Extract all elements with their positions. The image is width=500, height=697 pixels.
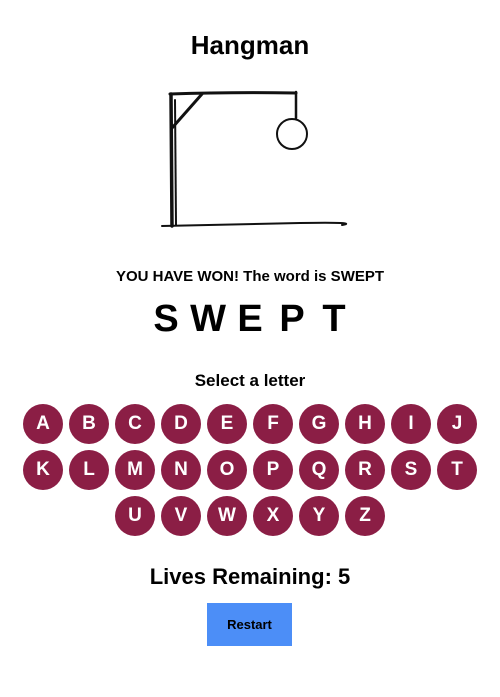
letter-button-q[interactable]: Q (299, 450, 339, 490)
hangman-page: Hangman YOU HAVE WON! The word is SWEPT … (0, 0, 500, 697)
letter-button-x[interactable]: X (253, 496, 293, 536)
letter-button-v[interactable]: V (161, 496, 201, 536)
word-letter: T (322, 298, 346, 340)
letter-keyboard: ABCDEFGHIJ KLMNOPQRST UVWXYZ (0, 404, 500, 542)
letter-button-s[interactable]: S (391, 450, 431, 490)
gallows-upright (169, 92, 174, 228)
word-letter: E (237, 298, 263, 340)
letter-button-d[interactable]: D (161, 404, 201, 444)
letter-button-l[interactable]: L (69, 450, 109, 490)
keyboard-row: KLMNOPQRST (0, 450, 500, 491)
letter-button-g[interactable]: G (299, 404, 339, 444)
lives-remaining: Lives Remaining: 5 (149, 564, 351, 589)
letter-button-a[interactable]: A (23, 404, 63, 444)
gallows-upright-inner (174, 99, 177, 226)
gallows-brace (170, 92, 204, 130)
word-letter: P (279, 298, 305, 340)
word-letter: S (153, 298, 179, 340)
hangman-head (276, 118, 308, 150)
letter-button-b[interactable]: B (69, 404, 109, 444)
gallows-beam (168, 91, 298, 96)
letter-button-h[interactable]: H (345, 404, 385, 444)
letter-button-z[interactable]: Z (345, 496, 385, 536)
letter-button-k[interactable]: K (23, 450, 63, 490)
letter-button-p[interactable]: P (253, 450, 293, 490)
gallows-base (161, 221, 348, 227)
letter-button-e[interactable]: E (207, 404, 247, 444)
result-message: YOU HAVE WON! The word is SWEPT (115, 268, 385, 285)
select-letter-label: Select a letter (194, 371, 306, 390)
letter-button-y[interactable]: Y (299, 496, 339, 536)
keyboard-row: ABCDEFGHIJ (0, 404, 500, 445)
keyboard-row: UVWXYZ (0, 496, 500, 537)
letter-button-n[interactable]: N (161, 450, 201, 490)
page-title: Hangman (190, 30, 310, 60)
letter-button-o[interactable]: O (207, 450, 247, 490)
letter-button-w[interactable]: W (207, 496, 247, 536)
gallows-drawing (161, 90, 348, 228)
letter-button-c[interactable]: C (115, 404, 155, 444)
letter-button-t[interactable]: T (437, 450, 477, 490)
letter-button-j[interactable]: J (437, 404, 477, 444)
letter-button-m[interactable]: M (115, 450, 155, 490)
letter-button-i[interactable]: I (391, 404, 431, 444)
letter-button-u[interactable]: U (115, 496, 155, 536)
word-display: SWEPT (0, 296, 500, 342)
restart-button[interactable]: Restart (207, 603, 292, 646)
letter-button-r[interactable]: R (345, 450, 385, 490)
letter-button-f[interactable]: F (253, 404, 293, 444)
word-letter: W (190, 298, 226, 340)
